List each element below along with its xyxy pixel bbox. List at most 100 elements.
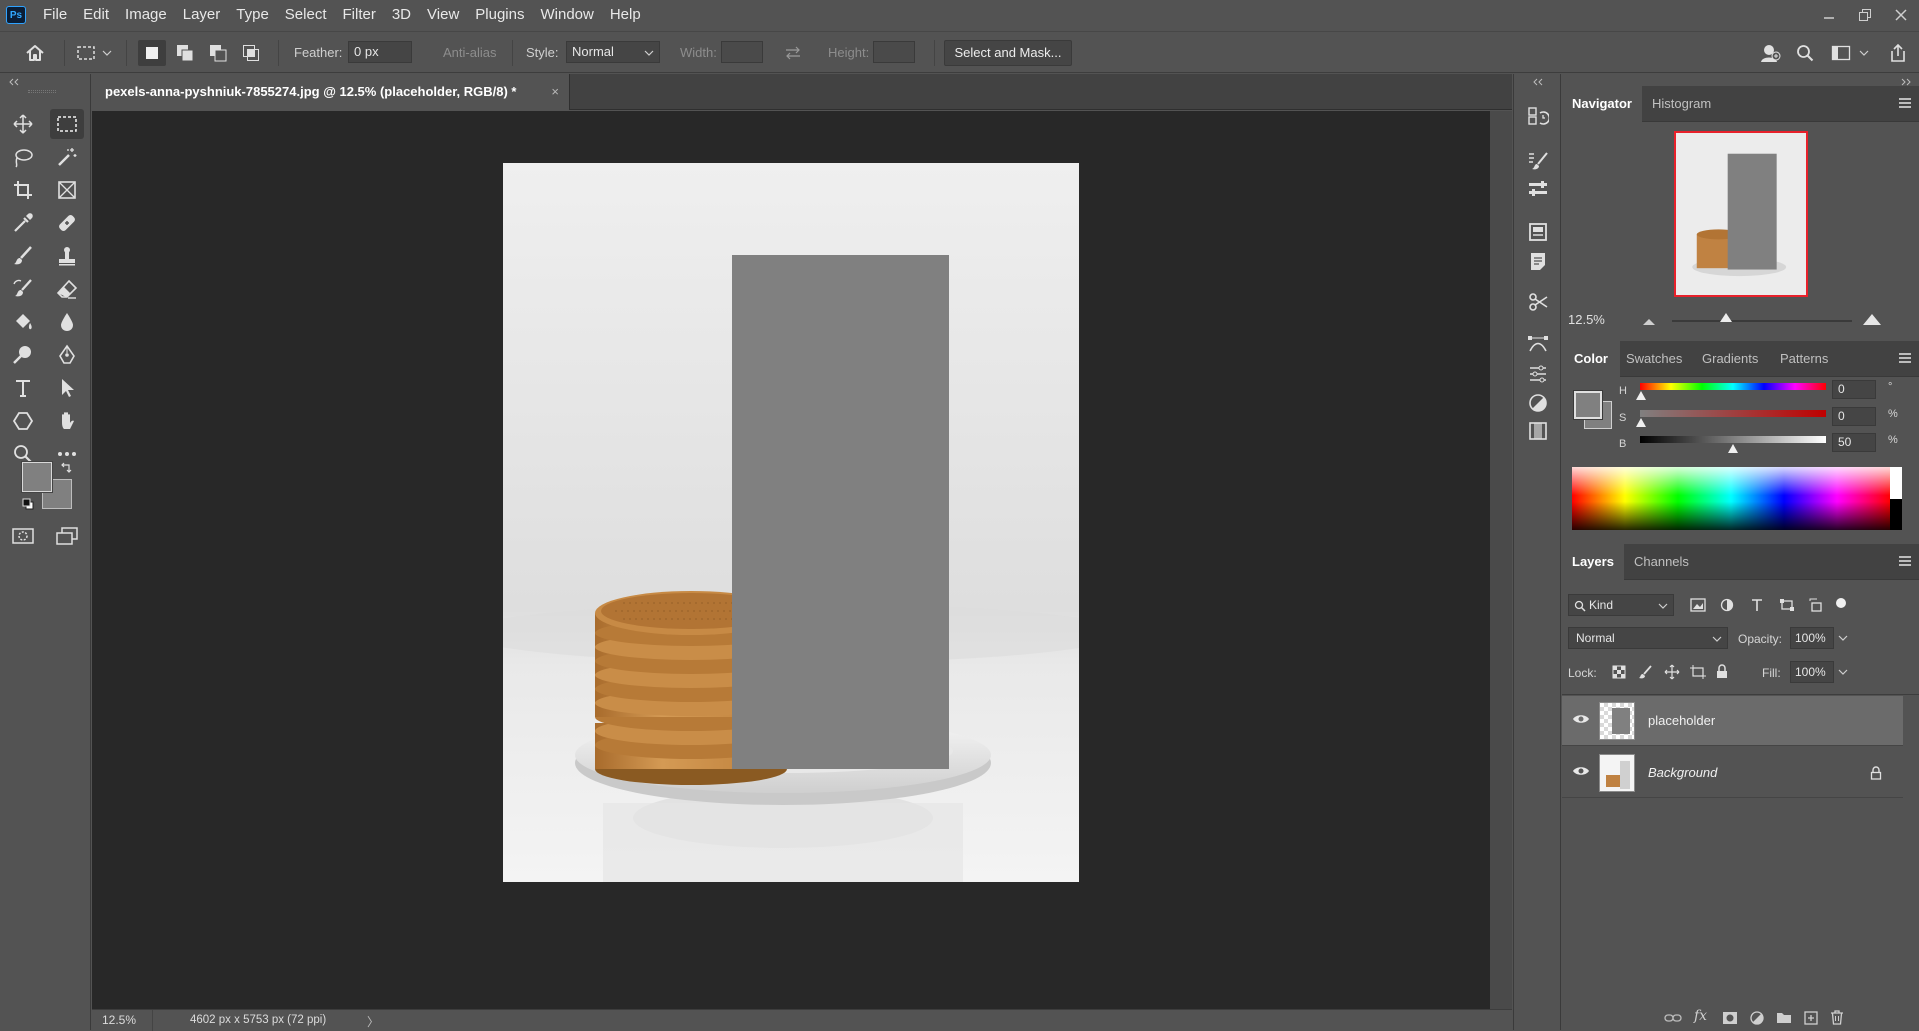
swap-colors-icon[interactable] bbox=[60, 462, 72, 474]
collapse-toolbar-icon[interactable] bbox=[8, 78, 20, 86]
adjustments-icon[interactable] bbox=[1526, 391, 1550, 415]
lock-all-icon[interactable] bbox=[1716, 664, 1728, 679]
new-layer-icon[interactable] bbox=[1804, 1011, 1818, 1025]
canvas-workspace[interactable] bbox=[92, 111, 1490, 1009]
blur-tool-icon[interactable] bbox=[50, 307, 84, 337]
hue-slider-thumb[interactable] bbox=[1636, 391, 1646, 400]
crop-tool-icon[interactable] bbox=[6, 175, 40, 205]
navigator-zoom-slider[interactable] bbox=[1672, 313, 1852, 322]
height-input[interactable] bbox=[873, 41, 915, 63]
saturation-input[interactable]: 0 bbox=[1832, 407, 1876, 426]
quick-mask-icon[interactable] bbox=[6, 521, 40, 551]
select-and-mask-button[interactable]: Select and Mask... bbox=[944, 40, 1072, 66]
menu-filter[interactable]: Filter bbox=[335, 0, 384, 30]
link-layers-icon[interactable] bbox=[1664, 1013, 1682, 1023]
pen-tool-icon[interactable] bbox=[50, 340, 84, 370]
lasso-tool-icon[interactable] bbox=[6, 142, 40, 172]
feather-input[interactable]: 0 px bbox=[348, 41, 412, 63]
preset-chevron-down-icon[interactable] bbox=[100, 40, 114, 66]
opacity-input[interactable]: 100% bbox=[1790, 627, 1834, 649]
vertical-scrollbar[interactable] bbox=[1490, 111, 1512, 1009]
foreground-color-swatch[interactable] bbox=[22, 462, 52, 492]
new-selection-icon[interactable] bbox=[138, 40, 166, 66]
menu-view[interactable]: View bbox=[419, 0, 467, 30]
layer-row-placeholder[interactable]: placeholder bbox=[1562, 696, 1903, 746]
new-adjustment-layer-icon[interactable] bbox=[1750, 1011, 1764, 1025]
move-tool-icon[interactable] bbox=[6, 109, 40, 139]
tab-color[interactable]: Color bbox=[1562, 341, 1620, 377]
brightness-slider[interactable] bbox=[1640, 436, 1826, 443]
navigator-zoom-value[interactable]: 12.5% bbox=[1568, 312, 1605, 327]
scissors-icon[interactable] bbox=[1526, 290, 1550, 314]
screen-mode-icon[interactable] bbox=[50, 521, 84, 551]
add-mask-icon[interactable] bbox=[1722, 1011, 1738, 1025]
menu-window[interactable]: Window bbox=[532, 0, 601, 30]
close-icon[interactable] bbox=[1883, 0, 1919, 30]
opacity-chevron-down-icon[interactable] bbox=[1838, 634, 1848, 642]
clone-stamp-tool-icon[interactable] bbox=[50, 241, 84, 271]
close-tab-icon[interactable]: × bbox=[551, 74, 559, 110]
path-selection-tool-icon[interactable] bbox=[50, 373, 84, 403]
tab-patterns[interactable]: Patterns bbox=[1770, 341, 1838, 377]
lock-position-icon[interactable] bbox=[1664, 664, 1680, 680]
paint-bucket-tool-icon[interactable] bbox=[6, 307, 40, 337]
menu-image[interactable]: Image bbox=[117, 0, 175, 30]
menu-file[interactable]: File bbox=[35, 0, 75, 30]
new-group-folder-icon[interactable] bbox=[1776, 1011, 1792, 1024]
saturation-slider[interactable] bbox=[1640, 410, 1826, 417]
collapse-dock-icon[interactable] bbox=[1532, 78, 1544, 86]
channels-3d-icon[interactable] bbox=[1526, 419, 1550, 443]
layer-lock-icon[interactable] bbox=[1870, 766, 1882, 780]
frame-tool-icon[interactable] bbox=[50, 175, 84, 205]
color-menu-icon[interactable] bbox=[1899, 353, 1911, 365]
layers-menu-icon[interactable] bbox=[1899, 556, 1911, 568]
subtract-from-selection-icon[interactable] bbox=[204, 40, 232, 66]
notes-icon[interactable] bbox=[1526, 249, 1550, 273]
document-tab[interactable]: pexels-anna-pyshniuk-7855274.jpg @ 12.5%… bbox=[92, 74, 570, 110]
hue-input[interactable]: 0 bbox=[1832, 380, 1876, 399]
fill-input[interactable]: 100% bbox=[1790, 661, 1834, 683]
brush-tool-icon[interactable] bbox=[6, 241, 40, 271]
rectangular-marquee-tool-icon[interactable] bbox=[50, 109, 84, 139]
shape-tool-icon[interactable] bbox=[6, 406, 40, 436]
workspace-chevron-down-icon[interactable] bbox=[1858, 40, 1870, 66]
menu-help[interactable]: Help bbox=[602, 0, 649, 30]
menu-layer[interactable]: Layer bbox=[175, 0, 229, 30]
brightness-slider-thumb[interactable] bbox=[1728, 444, 1738, 453]
search-icon[interactable] bbox=[1792, 40, 1818, 66]
status-menu-arrow[interactable]: 〉 bbox=[367, 1013, 379, 1030]
eraser-tool-icon[interactable] bbox=[50, 274, 84, 304]
libraries-icon[interactable] bbox=[1526, 220, 1550, 244]
minimize-icon[interactable] bbox=[1811, 0, 1847, 30]
saturation-slider-thumb[interactable] bbox=[1636, 418, 1646, 427]
menu-plugins[interactable]: Plugins bbox=[467, 0, 532, 30]
menu-type[interactable]: Type bbox=[228, 0, 277, 30]
dodge-tool-icon[interactable] bbox=[6, 340, 40, 370]
eyedropper-tool-icon[interactable] bbox=[6, 208, 40, 238]
tab-histogram[interactable]: Histogram bbox=[1642, 86, 1721, 122]
history-brush-tool-icon[interactable] bbox=[6, 274, 40, 304]
filter-pixel-layer-icon[interactable] bbox=[1690, 598, 1706, 612]
visibility-eye-icon[interactable] bbox=[1572, 713, 1590, 725]
zoom-slider-thumb[interactable] bbox=[1720, 313, 1732, 322]
workspace-icon[interactable] bbox=[1826, 40, 1856, 66]
layer-effects-icon[interactable]: fx bbox=[1694, 1008, 1707, 1024]
brightness-input[interactable]: 50 bbox=[1832, 433, 1876, 452]
share-export-icon[interactable] bbox=[1884, 40, 1912, 66]
width-input[interactable] bbox=[721, 41, 763, 63]
filter-toggle-icon[interactable] bbox=[1836, 598, 1846, 608]
hand-tool-icon[interactable] bbox=[50, 406, 84, 436]
collapse-panels-icon[interactable] bbox=[1900, 78, 1912, 86]
share-user-icon[interactable] bbox=[1756, 40, 1784, 66]
home-icon[interactable] bbox=[20, 40, 50, 66]
color-spectrum-ramp[interactable] bbox=[1572, 467, 1902, 530]
magic-wand-tool-icon[interactable] bbox=[50, 142, 84, 172]
healing-brush-tool-icon[interactable] bbox=[50, 208, 84, 238]
layer-row-background[interactable]: Background bbox=[1562, 748, 1903, 798]
tab-layers[interactable]: Layers bbox=[1562, 544, 1624, 580]
add-to-selection-icon[interactable] bbox=[171, 40, 199, 66]
properties-icon[interactable] bbox=[1526, 362, 1550, 386]
style-select[interactable]: Normal bbox=[566, 41, 660, 63]
tab-channels[interactable]: Channels bbox=[1624, 544, 1699, 580]
blend-mode-select[interactable]: Normal bbox=[1568, 627, 1728, 649]
